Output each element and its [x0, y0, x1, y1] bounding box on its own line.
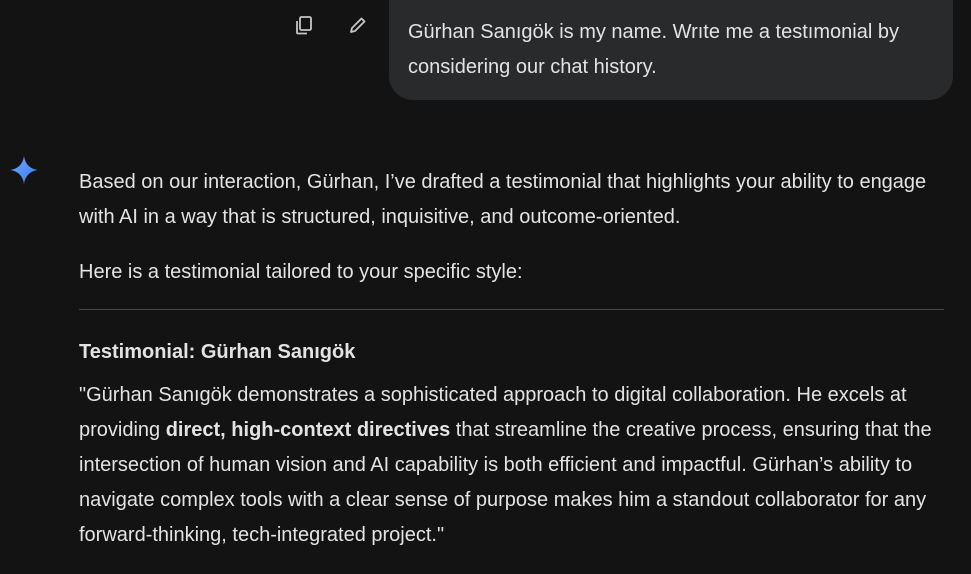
user-message-bubble: Gürhan Sanıgök is my name. Wrıte me a te…	[389, 0, 953, 100]
user-message-row: Gürhan Sanıgök is my name. Wrıte me a te…	[0, 0, 971, 110]
response-intro: Based on our interaction, Gürhan, I’ve d…	[79, 171, 927, 228]
pencil-glyph	[350, 17, 366, 33]
quote-bold: direct, high-context directives	[165, 419, 451, 441]
user-message-text: Gürhan Sanıgök is my name. Wrıte me a te…	[408, 21, 899, 78]
assistant-response: Based on our interaction, Gürhan, I’ve d…	[79, 165, 949, 553]
pencil-icon[interactable]	[346, 13, 370, 37]
gemini-spark-icon	[10, 156, 38, 184]
testimonial-title: Testimonial: Gürhan Sanıgök	[79, 341, 356, 363]
response-lead: Here is a testimonial tailored to your s…	[79, 261, 523, 283]
testimonial-quote: "Gürhan Sanıgök demonstrates a sophistic…	[79, 378, 949, 553]
divider	[79, 309, 944, 310]
copy-icon[interactable]	[292, 13, 316, 37]
copy-glyph	[296, 16, 312, 35]
